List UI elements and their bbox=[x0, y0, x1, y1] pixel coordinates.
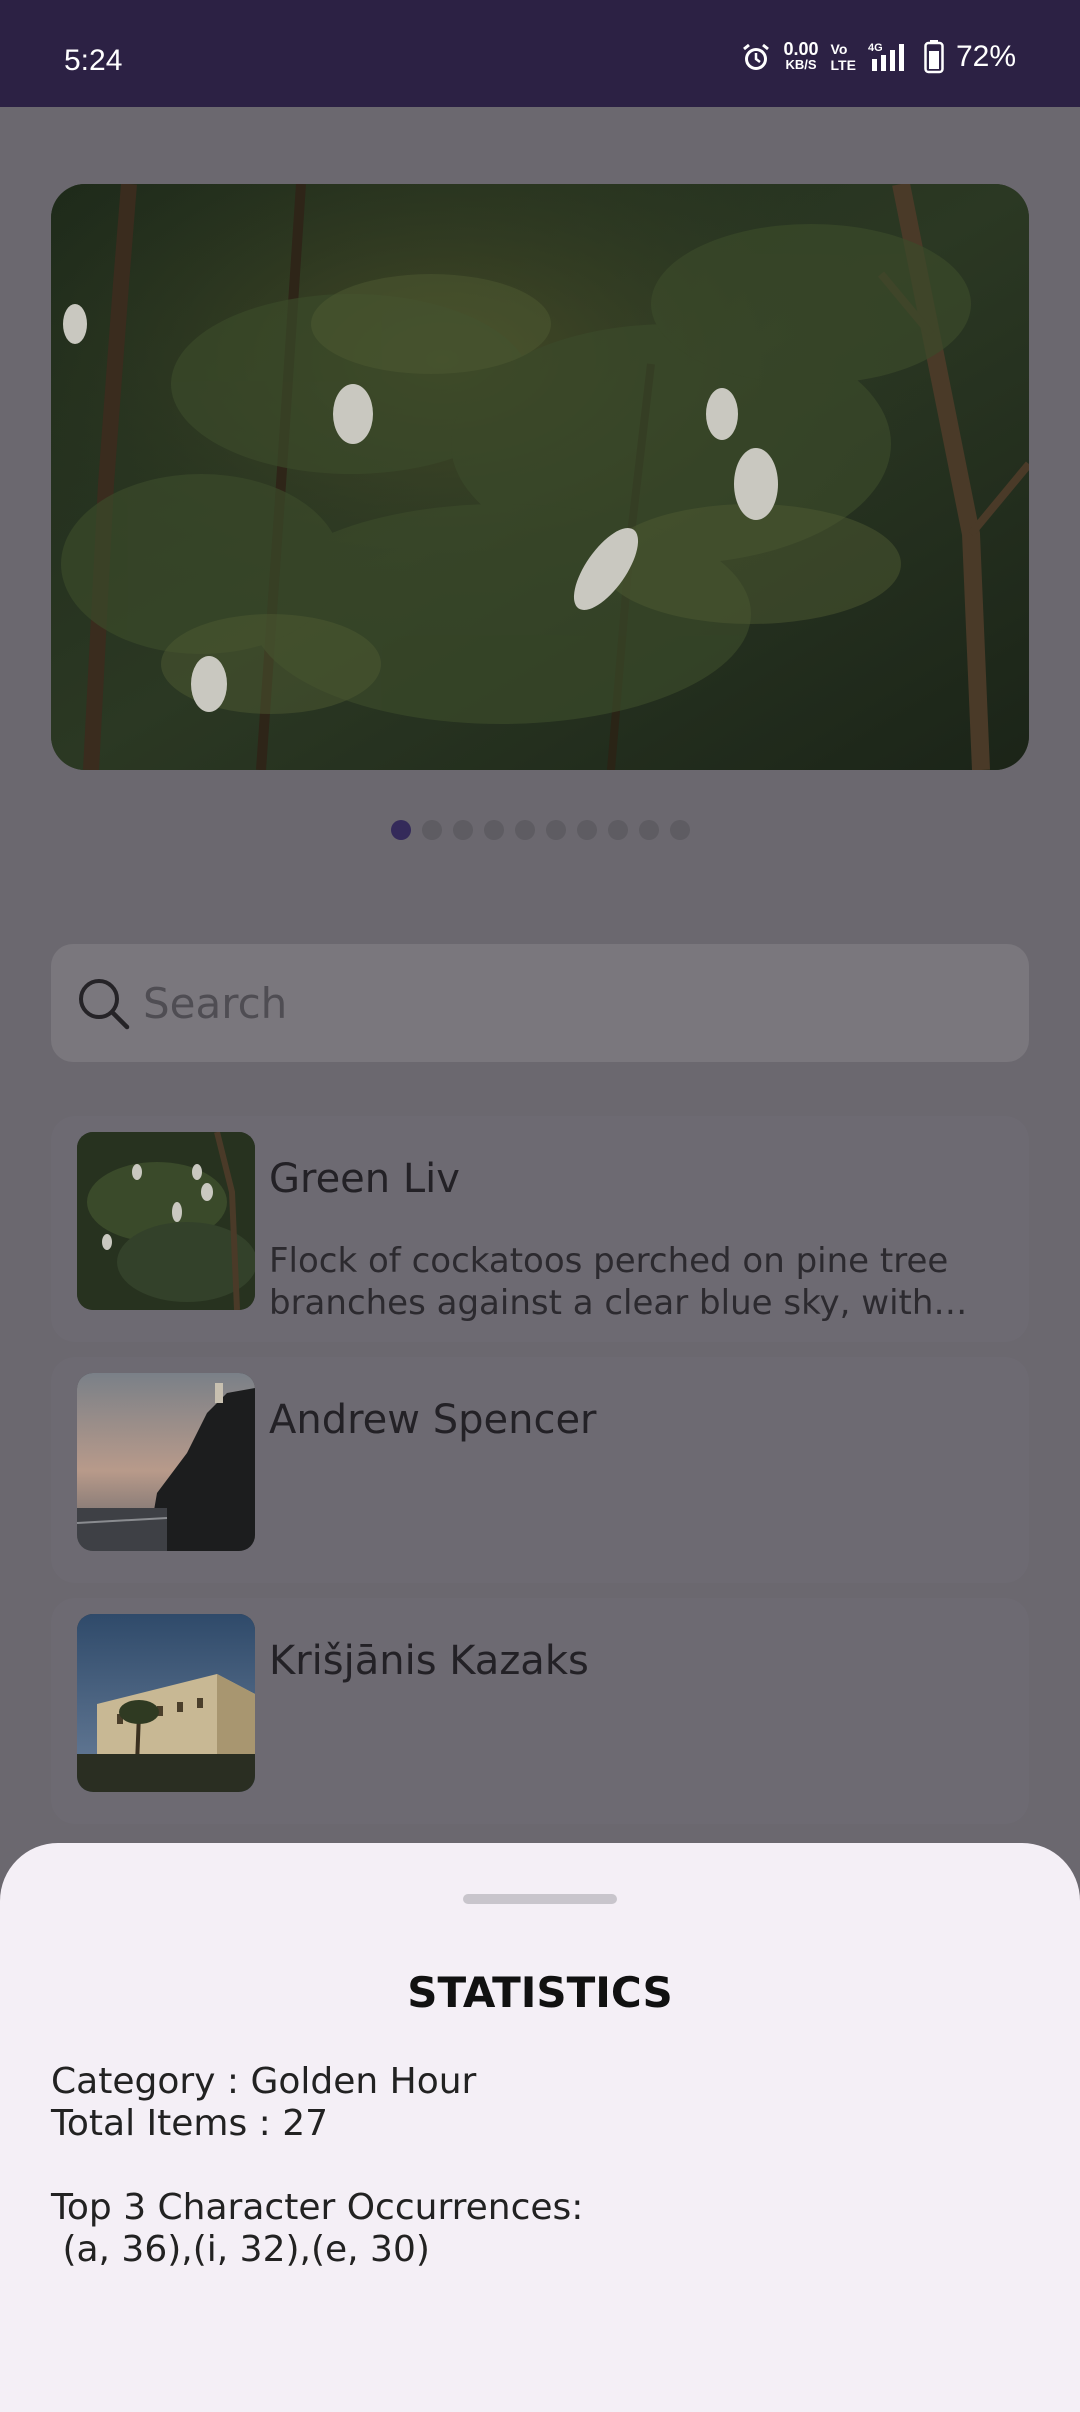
carousel-dot[interactable] bbox=[483, 820, 504, 840]
list-item[interactable]: Krišjānis Kazaks bbox=[51, 1598, 1029, 1824]
sheet-title: STATISTICS bbox=[407, 1968, 673, 2017]
net-speed-value: 0.00 bbox=[783, 39, 819, 59]
statistics-text: Category : Golden Hour Total Items : 27 To… bbox=[51, 2061, 583, 2271]
status-icons: 0.00 KB/S Vo LTE 4G 72% bbox=[740, 39, 1016, 74]
carousel-image[interactable] bbox=[51, 184, 1029, 770]
carousel-dot[interactable] bbox=[421, 820, 442, 840]
volte-top: Vo bbox=[830, 41, 848, 57]
status-time: 5:24 bbox=[64, 44, 123, 77]
stat-total-items: Total Items : 27 bbox=[51, 2103, 329, 2144]
carousel-dot[interactable] bbox=[452, 820, 473, 840]
item-description: Flock of cockatoos perched on pine tree … bbox=[269, 1241, 949, 1323]
list-item[interactable]: Andrew Spencer bbox=[51, 1357, 1029, 1583]
status-bar: 5:24 0.00 KB/S Vo LTE 4G 72% bbox=[0, 0, 1080, 107]
item-title: Andrew Spencer bbox=[269, 1397, 597, 1443]
carousel-dot[interactable] bbox=[390, 820, 411, 840]
stat-top-values: (a, 36),(i, 32),(e, 30) bbox=[51, 2229, 430, 2270]
item-title: Green Liv bbox=[269, 1156, 460, 1202]
search-placeholder: Search bbox=[143, 978, 288, 1028]
thumbnail-image bbox=[77, 1132, 255, 1310]
volte-icon: Vo LTE bbox=[831, 41, 856, 73]
signal-4g-label: 4G bbox=[868, 42, 883, 54]
network-speed: 0.00 KB/S bbox=[783, 39, 819, 73]
search-bar[interactable]: Search bbox=[51, 944, 1029, 1062]
carousel-dot[interactable] bbox=[607, 820, 628, 840]
cockatoos-pine-photo bbox=[51, 184, 1029, 770]
search-icon bbox=[79, 979, 130, 1030]
carousel-page-indicator bbox=[0, 820, 1080, 840]
item-title: Krišjānis Kazaks bbox=[269, 1638, 589, 1684]
signal-icon: 4G bbox=[868, 42, 904, 71]
list-item[interactable]: Green Liv Flock of cockatoos perched on … bbox=[51, 1116, 1029, 1342]
sheet-drag-handle[interactable] bbox=[463, 1894, 617, 1904]
alarm-icon bbox=[742, 43, 769, 70]
net-speed-unit: KB/S bbox=[785, 57, 817, 72]
battery-icon bbox=[924, 40, 944, 74]
carousel-dot[interactable] bbox=[669, 820, 690, 840]
stat-category: Category : Golden Hour bbox=[51, 2061, 477, 2102]
stat-top-header: Top 3 Character Occurrences: bbox=[51, 2187, 584, 2228]
thumbnail-image bbox=[77, 1614, 255, 1792]
carousel-dot[interactable] bbox=[638, 820, 659, 840]
carousel-dot[interactable] bbox=[514, 820, 535, 840]
battery-percent: 72% bbox=[955, 40, 1016, 73]
statistics-bottom-sheet: STATISTICS Category : Golden Hour Total I… bbox=[0, 1843, 1080, 2412]
volte-bottom: LTE bbox=[830, 57, 856, 73]
carousel-dot[interactable] bbox=[576, 820, 597, 840]
thumbnail-image bbox=[77, 1373, 255, 1551]
carousel-dot[interactable] bbox=[545, 820, 566, 840]
